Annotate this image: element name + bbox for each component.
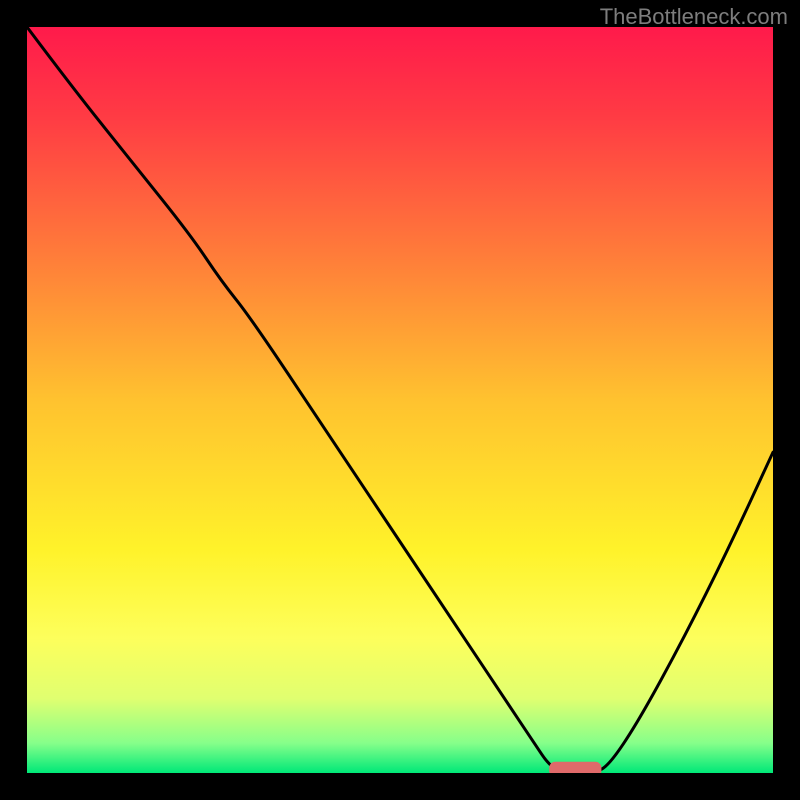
chart-background xyxy=(27,27,773,773)
watermark-text: TheBottleneck.com xyxy=(600,4,788,30)
optimal-range-marker xyxy=(549,762,601,773)
bottleneck-chart xyxy=(27,27,773,773)
chart-frame xyxy=(27,27,773,773)
